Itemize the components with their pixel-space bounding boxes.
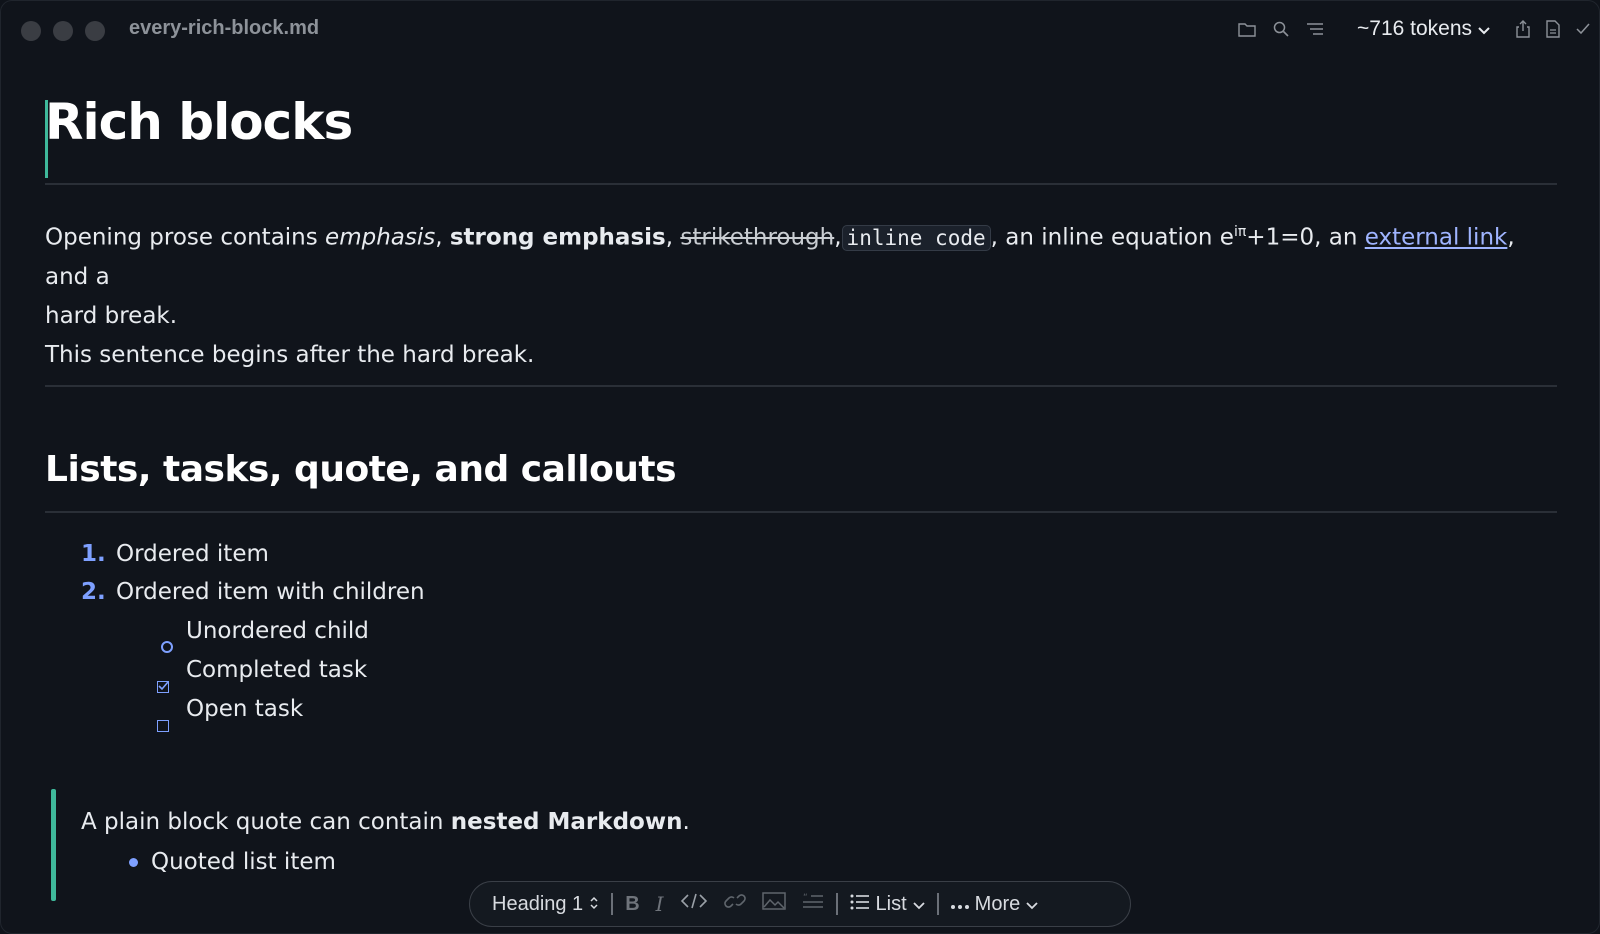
italic-button[interactable]: I [648,887,672,921]
minimize-window-button[interactable] [53,21,73,41]
quote-strong-text: nested Markdown [450,809,683,835]
link-icon [723,891,746,917]
document-filename: every-rich-block.md [129,17,320,39]
title-bar: every-rich-block.md ~716 tokens [1,1,1599,61]
block-quote[interactable]: A plain block quote can contain nested M… [81,803,690,842]
block-type-select[interactable]: Heading 1 [484,887,607,921]
prose-text: , [435,224,450,251]
list-dropdown-label: List [875,892,907,915]
strikethrough-text: strikethrough [680,224,835,251]
outline-icon[interactable] [1305,19,1325,39]
more-dropdown[interactable]: More [943,887,1047,921]
folder-icon[interactable] [1237,19,1257,39]
toolbar-separator [611,893,614,915]
list-number: 1. [81,541,106,567]
checkmark-icon[interactable] [1573,19,1593,39]
prose-text: , an inline equation e [990,224,1234,251]
quote-text: . [682,809,690,835]
equation-superscript: iπ [1233,224,1247,240]
quote-button[interactable]: “ [794,887,832,921]
editor-window: every-rich-block.md ~716 tokens Rich blo… [0,0,1600,934]
document-icon[interactable] [1543,19,1563,39]
bold-icon: B [625,892,640,915]
list-item[interactable]: Ordered item with children [116,579,425,605]
formatting-toolbar: Heading 1 B I “ List More [469,881,1131,927]
share-icon[interactable] [1513,19,1533,39]
section-divider [45,511,1557,513]
task-item[interactable]: Completed task [186,657,367,683]
document-title[interactable]: Rich blocks [45,93,353,151]
chevron-down-icon [913,893,925,916]
titlebar-actions [1513,19,1593,39]
titlebar-tools [1237,19,1325,39]
italic-icon: I [655,892,664,916]
thematic-break [45,385,1557,387]
up-down-chevron-icon [589,893,599,916]
section-heading[interactable]: Lists, tasks, quote, and callouts [45,449,677,490]
link-button[interactable] [716,887,754,921]
opening-paragraph[interactable]: Opening prose contains emphasis, strong … [45,213,1545,375]
toolbar-separator [835,893,838,915]
toolbar-separator [936,893,939,915]
hard-break-sentence: This sentence begins after the hard brea… [45,341,535,368]
prose-text: hard break. [45,302,178,329]
list-icon [850,893,870,916]
block-type-label: Heading 1 [492,892,584,915]
token-count-dropdown[interactable]: ~716 tokens [1357,17,1490,41]
checked-checkbox[interactable] [157,681,169,693]
list-item[interactable]: Ordered item [116,541,269,567]
prose-text: , [834,224,842,251]
image-button[interactable] [754,887,794,921]
bullet-icon [129,858,138,867]
token-count-label: ~716 tokens [1357,17,1473,40]
ellipsis-icon [950,893,969,916]
prose-text: +1=0, an [1246,224,1365,251]
close-window-button[interactable] [21,21,41,41]
zoom-window-button[interactable] [85,21,105,41]
list-dropdown[interactable]: List [842,887,933,921]
chevron-down-icon [1026,893,1038,916]
image-icon [761,892,786,916]
code-icon [680,892,708,916]
search-icon[interactable] [1271,19,1291,39]
prose-text: Opening prose contains [45,224,326,251]
heading-divider [45,183,1557,185]
inline-code: inline code [841,224,991,251]
task-item[interactable]: Open task [186,696,303,722]
hollow-bullet-icon [161,641,173,653]
quoted-list-item[interactable]: Quoted list item [151,843,336,882]
chevron-down-icon [1478,17,1490,41]
list-item[interactable]: Unordered child [186,618,369,644]
bold-button[interactable]: B [617,887,647,921]
strong-text: strong emphasis [449,224,666,251]
more-dropdown-label: More [974,892,1021,915]
prose-text: , [665,224,681,251]
external-link[interactable]: external link [1365,225,1508,251]
code-button[interactable] [672,887,716,921]
list-number: 2. [81,579,106,605]
quote-text: A plain block quote can contain [81,809,451,835]
unchecked-checkbox[interactable] [157,720,169,732]
quote-icon: “ [802,892,824,916]
quote-bar [51,789,56,901]
emphasis-text: emphasis [325,224,436,251]
